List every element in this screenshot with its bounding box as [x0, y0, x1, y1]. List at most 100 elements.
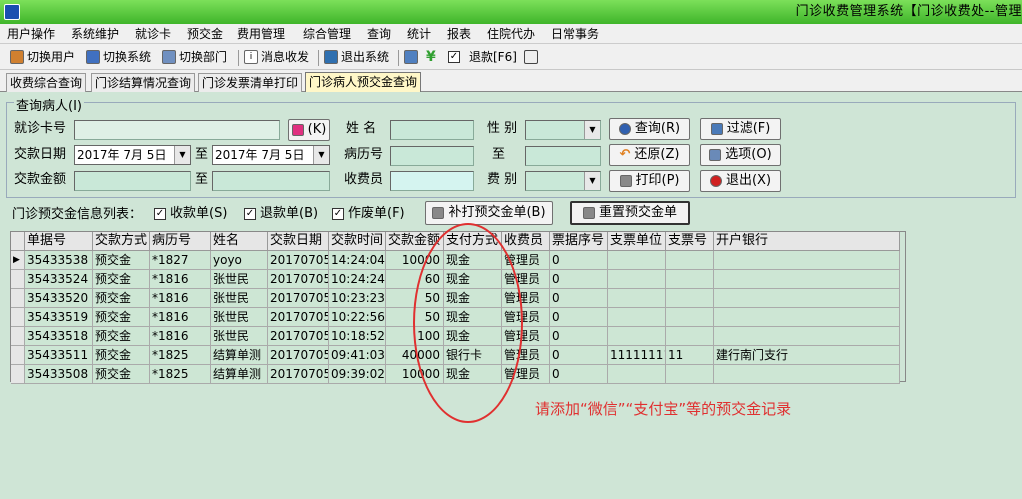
table-cell: 张世民 [211, 289, 268, 308]
table-cell: 10:18:52 [329, 327, 386, 346]
table-cell: 张世民 [211, 270, 268, 289]
table-cell [608, 270, 666, 289]
record-to-label: 至 [492, 147, 506, 162]
tab-fee-summary[interactable]: 收费综合查询 [6, 73, 87, 92]
menu-user-ops[interactable]: 用户操作 [4, 24, 58, 44]
options-button-label: 选项(O) [725, 147, 772, 162]
checkbox-receipt[interactable]: ✓ 收款单(S) [154, 204, 227, 224]
switch-dept-button[interactable]: 切换部门 [162, 48, 227, 66]
column-header[interactable]: 病历号 [150, 232, 211, 251]
column-header[interactable]: 单据号 [25, 232, 93, 251]
message-button[interactable]: i 消息收发 [244, 48, 309, 66]
checkbox-icon: ✓ [448, 51, 460, 63]
chevron-down-icon[interactable]: ▼ [174, 146, 190, 164]
gender-select[interactable]: ▼ [525, 120, 601, 140]
card-no-input[interactable] [74, 120, 280, 140]
menu-stats[interactable]: 统计 [404, 24, 434, 44]
date-to-picker[interactable]: 2017年 7月 5日 ▼ [212, 145, 330, 165]
checkbox-void[interactable]: ✓ 作废单(F) [332, 204, 405, 224]
reset-deposit-button[interactable]: 重置预交金单 [570, 201, 690, 225]
table-cell: 20170705 [268, 346, 329, 365]
checkbox-refund-label: 退款单(B) [260, 206, 319, 221]
column-header[interactable]: 票据序号 [550, 232, 608, 251]
record-from-input[interactable] [390, 146, 474, 166]
info-icon: i [244, 50, 258, 64]
reprint-deposit-button[interactable]: 补打预交金单(B) [425, 201, 553, 225]
table-cell [714, 289, 900, 308]
switch-user-label: 切换用户 [27, 50, 76, 64]
table-cell: *1827 [150, 251, 211, 270]
table-cell: *1816 [150, 289, 211, 308]
read-card-button[interactable]: (K) [288, 119, 330, 141]
column-header[interactable]: 收费员 [502, 232, 550, 251]
query-button[interactable]: 查询(R) [609, 118, 690, 140]
table-cell: 0 [550, 289, 608, 308]
exit-button[interactable]: 退出(X) [700, 170, 781, 192]
column-header[interactable]: 交款方式 [93, 232, 150, 251]
row-indicator [11, 346, 25, 365]
gender-label: 性 别 [487, 121, 518, 136]
checkbox-checked-icon: ✓ [154, 208, 166, 220]
chevron-down-icon[interactable]: ▼ [584, 121, 600, 139]
menu-card[interactable]: 就诊卡 [132, 24, 174, 44]
cashier-input[interactable] [390, 171, 474, 191]
refund-button[interactable]: ✓ 退款[F6] [448, 48, 517, 66]
print-button[interactable]: 打印(P) [609, 170, 690, 192]
record-to-input[interactable] [525, 146, 601, 166]
checkbox-void-label: 作废单(F) [348, 206, 405, 221]
yuan-tool-button[interactable]: ¥ [426, 48, 436, 66]
printer-icon [619, 175, 632, 187]
chevron-down-icon[interactable]: ▼ [313, 146, 329, 164]
menu-deposit[interactable]: 预交金 [184, 24, 226, 44]
date-from-picker[interactable]: 2017年 7月 5日 ▼ [74, 145, 191, 165]
date-from-value: 2017年 7月 5日 [77, 148, 167, 162]
menu-integrated[interactable]: 综合管理 [300, 24, 354, 44]
exit-button-label: 退出(X) [725, 173, 772, 188]
switch-user-button[interactable]: 切换用户 [10, 48, 75, 66]
column-header[interactable]: 开户银行 [714, 232, 900, 251]
menu-query[interactable]: 查询 [364, 24, 394, 44]
name-input[interactable] [390, 120, 474, 140]
table-cell: *1825 [150, 365, 211, 384]
amount-to-input[interactable] [212, 171, 330, 191]
menu-reports[interactable]: 报表 [444, 24, 474, 44]
tab-invoice-print[interactable]: 门诊发票清单打印 [198, 73, 303, 92]
column-header[interactable]: 交款日期 [268, 232, 329, 251]
exit-system-button[interactable]: 退出系统 [324, 48, 389, 66]
app-icon [4, 4, 20, 20]
options-button[interactable]: 选项(O) [700, 144, 781, 166]
menu-inpatient[interactable]: 住院代办 [484, 24, 538, 44]
menu-system-maint[interactable]: 系统维护 [68, 24, 122, 44]
grid-corner [11, 232, 25, 251]
fee-type-select[interactable]: ▼ [525, 171, 601, 191]
restore-button[interactable]: ↶ 还原(Z) [609, 144, 690, 166]
amount-from-input[interactable] [74, 171, 191, 191]
toolbar-separator [398, 50, 399, 66]
column-header[interactable]: 姓名 [211, 232, 268, 251]
menu-fee-mgmt[interactable]: 费用管理 [234, 24, 288, 44]
filter-button[interactable]: 过滤(F) [700, 118, 781, 140]
table-cell: 35433519 [25, 308, 93, 327]
window-tool-button[interactable] [524, 48, 538, 66]
cashier-label: 收费员 [344, 172, 384, 187]
tab-deposit-query[interactable]: 门诊病人预交金查询 [305, 72, 422, 93]
table-cell [714, 270, 900, 289]
table-cell: 结算单测 [211, 346, 268, 365]
toolbar-separator [238, 50, 239, 66]
chevron-down-icon[interactable]: ▼ [584, 172, 600, 190]
table-cell: 预交金 [93, 327, 150, 346]
column-header[interactable]: 交款时间 [329, 232, 386, 251]
edit-tool-button[interactable] [404, 48, 418, 66]
checkbox-refund[interactable]: ✓ 退款单(B) [244, 204, 318, 224]
table-cell [714, 251, 900, 270]
list-label: 门诊预交金信息列表： [12, 207, 143, 222]
table-cell: 预交金 [93, 346, 150, 365]
toolbar: 切换用户 切换系统 切换部门 i 消息收发 退出系统 ¥ ✓ 退款[F6] [0, 44, 1022, 70]
card-no-label: 就诊卡号 [14, 121, 67, 136]
switch-system-button[interactable]: 切换系统 [86, 48, 151, 66]
column-header[interactable]: 支票单位 [608, 232, 666, 251]
filter-icon [710, 123, 723, 135]
column-header[interactable]: 支票号 [666, 232, 714, 251]
tab-settlement[interactable]: 门诊结算情况查询 [91, 73, 196, 92]
menu-daily[interactable]: 日常事务 [548, 24, 602, 44]
